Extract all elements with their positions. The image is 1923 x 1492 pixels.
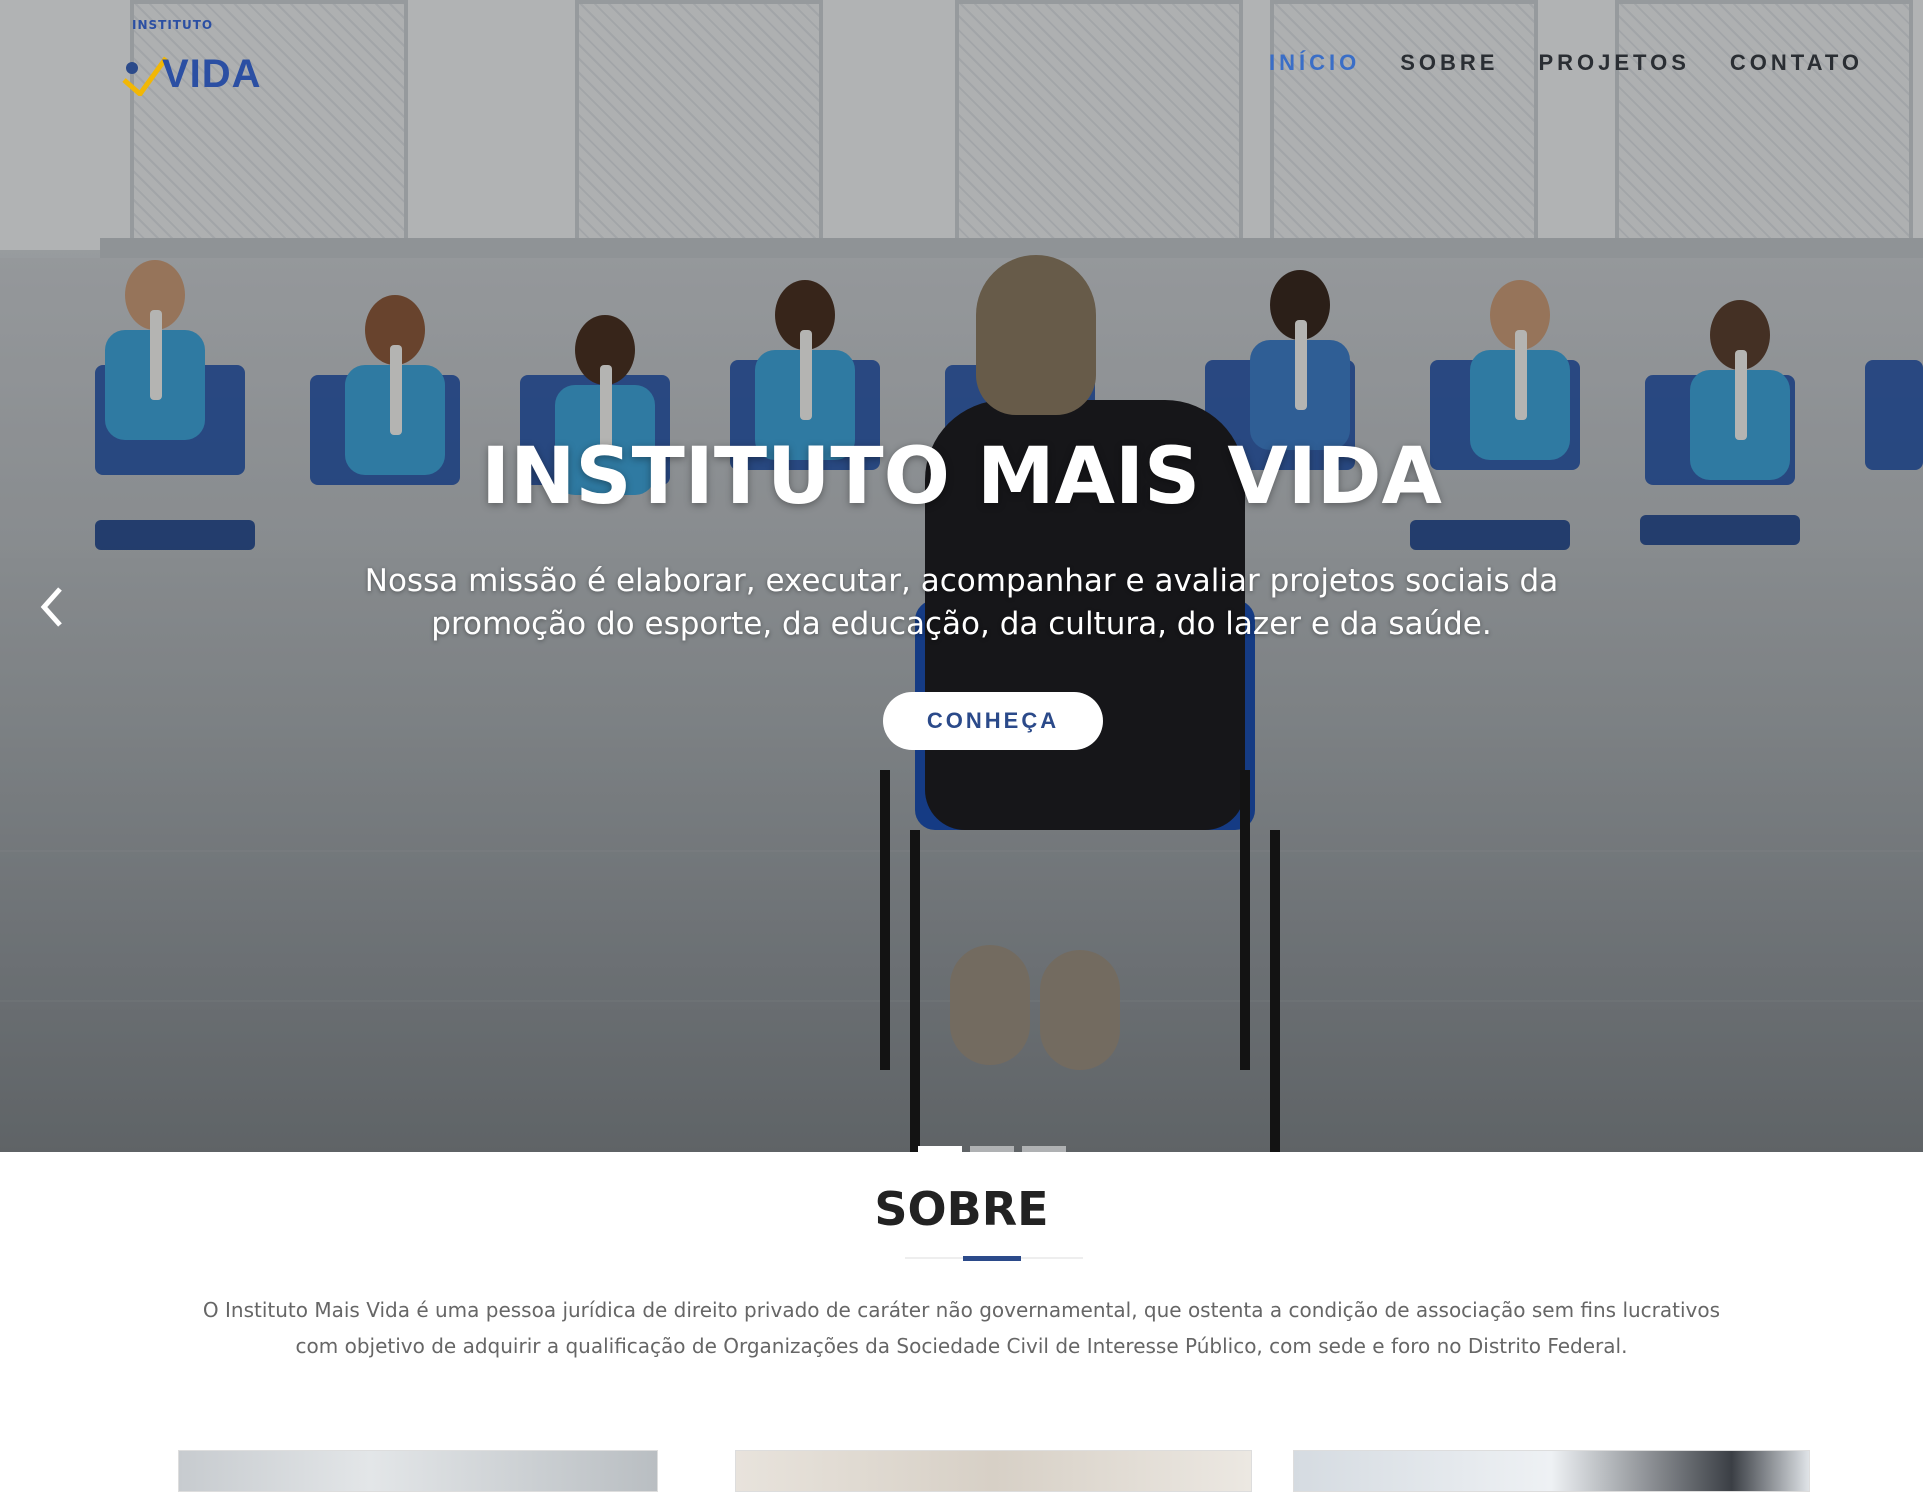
nav-projetos[interactable]: PROJETOS bbox=[1538, 50, 1689, 76]
carousel-prev-button[interactable] bbox=[38, 585, 68, 627]
hero-mission-text: Nossa missão é elaborar, executar, acomp… bbox=[364, 563, 1559, 642]
project-card-image bbox=[179, 1451, 657, 1491]
conheca-button[interactable]: CONHEÇA bbox=[883, 692, 1103, 750]
carousel-indicator[interactable] bbox=[1022, 1146, 1066, 1152]
project-card-image bbox=[1294, 1451, 1809, 1491]
nav-sobre[interactable]: SOBRE bbox=[1400, 50, 1498, 76]
project-card-image bbox=[736, 1451, 1251, 1491]
logo-small-text: INSTITUTO bbox=[132, 18, 214, 32]
carousel-indicator[interactable] bbox=[970, 1146, 1014, 1152]
nav-contato[interactable]: CONTATO bbox=[1730, 50, 1863, 76]
chevron-left-icon bbox=[40, 587, 62, 627]
section-divider-accent bbox=[963, 1256, 1021, 1261]
sobre-heading: SOBRE bbox=[874, 1182, 1049, 1236]
sobre-description: O Instituto Mais Vida é uma pessoa juríd… bbox=[202, 1298, 1721, 1358]
nav-inicio[interactable]: INÍCIO bbox=[1269, 50, 1360, 76]
project-card[interactable] bbox=[1293, 1450, 1810, 1492]
hero-title: INSTITUTO MAIS VIDA bbox=[481, 432, 1442, 522]
carousel-indicators bbox=[918, 1146, 1066, 1152]
project-card[interactable] bbox=[735, 1450, 1252, 1492]
main-navigation: INÍCIO SOBRE PROJETOS CONTATO bbox=[1269, 50, 1863, 76]
carousel-indicator[interactable] bbox=[918, 1146, 962, 1152]
logo-main-text: VIDA bbox=[162, 52, 262, 96]
site-logo[interactable]: INSTITUTO VIDA bbox=[110, 18, 262, 108]
project-card[interactable] bbox=[178, 1450, 658, 1492]
